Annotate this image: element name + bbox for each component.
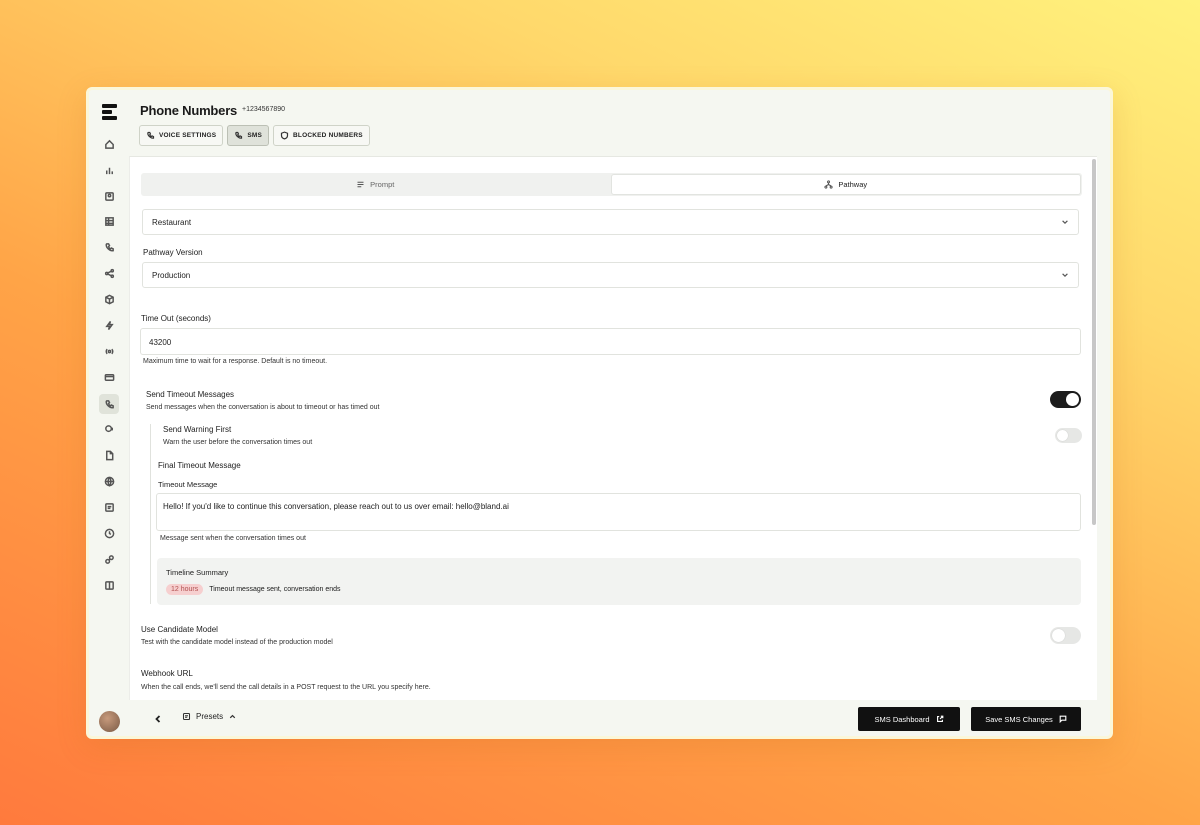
timeline-row: 12 hours Timeout message sent, conversat… — [166, 584, 341, 595]
avatar[interactable] — [99, 711, 120, 732]
tab-sms[interactable]: SMS — [227, 125, 270, 146]
scrollbar[interactable] — [1091, 157, 1097, 700]
list-icon — [357, 181, 364, 188]
timeout-message-label: Timeout Message — [158, 480, 218, 489]
preset-icon — [182, 712, 191, 721]
use-candidate-model-label: Use Candidate Model — [141, 625, 218, 634]
clock-icon[interactable] — [100, 524, 118, 542]
contacts-icon[interactable] — [100, 187, 118, 205]
send-warning-first-help: Warn the user before the conversation ti… — [163, 439, 313, 446]
bolt-icon[interactable] — [100, 316, 118, 334]
message-icon[interactable] — [100, 498, 118, 516]
integrations-icon[interactable] — [100, 550, 118, 568]
settings-panel: Prompt Pathway Restaurant Pathway Versio… — [129, 156, 1097, 700]
voice-icon[interactable] — [100, 420, 118, 438]
presets-button[interactable]: Presets — [182, 712, 237, 721]
pathway-version-label: Pathway Version — [143, 248, 203, 257]
analytics-icon[interactable] — [100, 161, 118, 179]
send-warning-first-label: Send Warning First — [163, 425, 232, 434]
tab-voice-settings[interactable]: VOICE SETTINGS — [139, 125, 224, 146]
phone-icon — [147, 131, 155, 139]
shield-icon — [280, 131, 289, 140]
prompt-option[interactable]: Prompt — [141, 173, 610, 196]
chevron-down-icon — [1062, 273, 1068, 278]
pathway-option[interactable]: Pathway — [610, 174, 1081, 195]
phone-icon — [235, 131, 243, 139]
pathway-version-select[interactable]: Production — [142, 262, 1079, 288]
prompt-option-label: Prompt — [370, 180, 395, 189]
use-candidate-model-toggle[interactable] — [1050, 627, 1081, 644]
duration-badge: 12 hours — [166, 584, 204, 595]
chevron-down-icon — [1062, 220, 1068, 225]
timeout-help: Maximum time to wait for a response. Def… — [143, 358, 328, 365]
share-icon[interactable] — [100, 264, 118, 282]
pathway-version-value: Production — [152, 270, 191, 280]
pathway-select-value: Restaurant — [152, 217, 192, 227]
globe-icon[interactable] — [100, 472, 118, 490]
back-button[interactable] — [153, 711, 163, 723]
timeline-summary: Timeline Summary 12 hours Timeout messag… — [157, 558, 1081, 605]
book-icon[interactable] — [100, 576, 118, 594]
phone-numbers-nav-icon[interactable] — [99, 394, 119, 414]
nested-settings-rule — [150, 424, 151, 604]
send-warning-first-toggle[interactable] — [1055, 428, 1082, 443]
logo[interactable] — [102, 104, 117, 120]
final-timeout-message-heading: Final Timeout Message — [158, 461, 241, 470]
home-icon[interactable] — [100, 135, 118, 153]
prompt-pathway-switch: Prompt Pathway — [141, 173, 1082, 196]
pathway-select[interactable]: Restaurant — [142, 209, 1079, 235]
document-icon[interactable] — [100, 446, 118, 464]
timeout-message-textarea[interactable]: Hello! If you'd like to continue this co… — [156, 493, 1081, 531]
sidebar — [89, 90, 129, 736]
timeout-label: Time Out (seconds) — [141, 314, 211, 323]
tab-label: VOICE SETTINGS — [159, 132, 217, 139]
timeout-input[interactable]: 43200 — [140, 328, 1081, 355]
send-timeout-messages-toggle[interactable] — [1050, 391, 1081, 408]
timeout-message-help: Message sent when the conversation times… — [160, 535, 306, 542]
chevron-left-icon — [155, 715, 161, 723]
app-window: Phone Numbers +1234567890 VOICE SETTINGS… — [86, 87, 1113, 739]
table-icon[interactable] — [100, 212, 118, 230]
phone-plus-icon[interactable] — [100, 238, 118, 256]
message-square-icon — [1059, 715, 1067, 723]
webhook-url-label: Webhook URL — [141, 669, 193, 678]
tab-label: SMS — [247, 132, 263, 139]
timeline-summary-heading: Timeline Summary — [166, 568, 229, 577]
external-link-icon — [936, 715, 943, 722]
tab-label: BLOCKED NUMBERS — [293, 132, 363, 139]
chevron-up-icon — [229, 714, 236, 719]
phone-number: +1234567890 — [242, 106, 286, 113]
save-sms-changes-label: Save SMS Changes — [985, 714, 1053, 724]
use-candidate-model-help: Test with the candidate model instead of… — [141, 639, 333, 646]
save-sms-changes-button[interactable]: Save SMS Changes — [971, 707, 1081, 731]
cube-icon[interactable] — [100, 290, 118, 308]
sms-dashboard-button[interactable]: SMS Dashboard — [858, 707, 960, 731]
send-timeout-messages-help: Send messages when the conversation is a… — [146, 404, 380, 411]
timeline-text: Timeout message sent, conversation ends — [209, 586, 341, 593]
tab-blocked-numbers[interactable]: BLOCKED NUMBERS — [273, 125, 370, 146]
broadcast-icon[interactable] — [100, 342, 118, 360]
pathway-icon — [824, 180, 833, 189]
pathway-option-label: Pathway — [838, 180, 868, 189]
sms-dashboard-label: SMS Dashboard — [874, 714, 930, 724]
send-timeout-messages-label: Send Timeout Messages — [146, 390, 235, 399]
card-icon[interactable] — [100, 368, 118, 386]
page-title: Phone Numbers — [140, 103, 238, 118]
webhook-url-help: When the call ends, we'll send the call … — [141, 684, 431, 691]
presets-label: Presets — [196, 712, 224, 721]
tab-bar: VOICE SETTINGS SMS BLOCKED NUMBERS — [139, 125, 370, 146]
